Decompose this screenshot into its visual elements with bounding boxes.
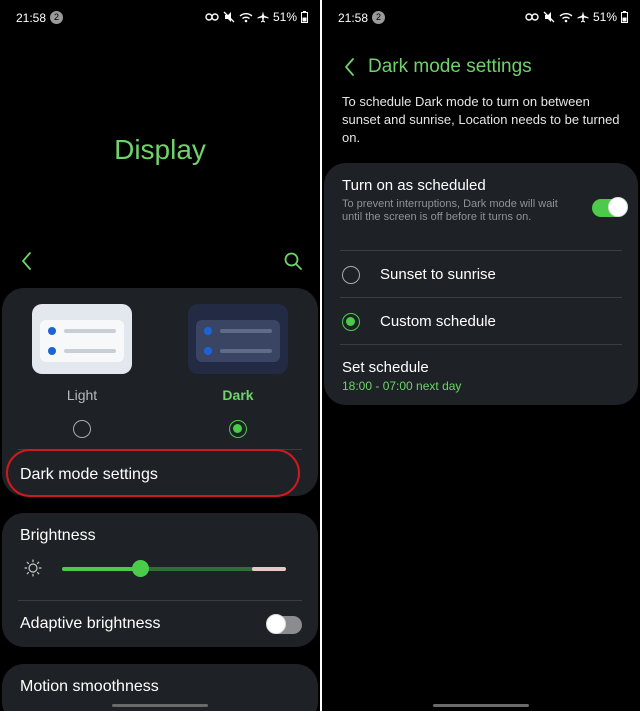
link-icon (205, 13, 219, 21)
dark-theme-preview[interactable] (188, 304, 288, 374)
display-settings-screen: 21:58 2 51% Display Light Dark Dark mode… (0, 0, 320, 711)
set-schedule-value: 18:00 - 07:00 next day (342, 379, 462, 393)
brightness-slider-fill (62, 567, 141, 571)
scheduled-subtitle: To prevent interruptions, Dark mode will… (342, 198, 558, 223)
brightness-slider-end (252, 567, 286, 571)
back-icon[interactable] (340, 56, 360, 78)
battery-percent: 51% (592, 10, 617, 24)
status-icons: 51% (525, 10, 628, 24)
light-theme-label: Light (66, 387, 98, 403)
home-indicator[interactable] (433, 704, 529, 707)
brightness-label: Brightness (20, 527, 96, 544)
light-theme-preview[interactable] (32, 304, 132, 374)
scheduled-title: Turn on as scheduled (342, 177, 486, 194)
set-schedule-title: Set schedule (342, 359, 429, 376)
notification-count-badge: 2 (50, 11, 63, 24)
app-header: Dark mode settings (322, 52, 640, 82)
airplane-icon (257, 11, 269, 23)
brightness-card: Brightness Adaptive brightness (2, 513, 318, 647)
light-theme-radio[interactable] (73, 420, 91, 438)
motion-smoothness-label: Motion smoothness (20, 678, 159, 695)
status-time: 21:58 (16, 11, 47, 25)
custom-schedule-option[interactable]: Custom schedule (324, 299, 638, 345)
dark-theme-option[interactable]: Dark (188, 304, 288, 438)
custom-schedule-radio[interactable] (342, 313, 360, 331)
notification-count-badge: 2 (372, 11, 385, 24)
divider (340, 250, 622, 251)
sunset-to-sunrise-radio[interactable] (342, 266, 360, 284)
scheduled-toggle[interactable] (592, 197, 628, 217)
search-icon[interactable] (282, 250, 304, 272)
adaptive-brightness-label: Adaptive brightness (20, 615, 161, 632)
wifi-icon (239, 12, 253, 22)
schedule-card: Turn on as scheduled To prevent interrup… (324, 163, 638, 405)
battery-percent: 51% (272, 10, 297, 24)
highlight-annotation (6, 449, 300, 497)
back-icon[interactable] (16, 250, 38, 272)
dark-mode-settings-screen: 21:58 2 51% Dark mode settings To schedu… (320, 0, 640, 711)
status-time: 21:58 (338, 11, 369, 25)
divider (340, 344, 622, 345)
status-icons: 51% (205, 10, 308, 24)
light-theme-option[interactable]: Light (32, 304, 132, 438)
battery-icon (621, 11, 628, 23)
status-bar: 21:58 2 51% (322, 0, 640, 36)
dark-theme-radio[interactable] (229, 420, 247, 438)
wifi-icon (559, 12, 573, 22)
divider (18, 600, 302, 601)
location-description: To schedule Dark mode to turn on between… (342, 94, 620, 145)
sunset-to-sunrise-label: Sunset to sunrise (380, 266, 496, 283)
mute-icon (543, 11, 555, 23)
dark-theme-label: Dark (222, 387, 254, 403)
sunset-to-sunrise-option[interactable]: Sunset to sunrise (324, 252, 638, 298)
divider (340, 297, 622, 298)
brightness-slider-thumb[interactable] (132, 560, 150, 577)
link-icon (525, 13, 539, 21)
status-bar: 21:58 2 51% (0, 0, 320, 36)
mute-icon (223, 11, 235, 23)
custom-schedule-label: Custom schedule (380, 313, 496, 330)
page-title: Dark mode settings (368, 56, 532, 77)
home-indicator[interactable] (112, 704, 208, 707)
airplane-icon (577, 11, 589, 23)
brightness-slider[interactable] (62, 560, 286, 577)
sun-icon (24, 559, 42, 577)
battery-icon (301, 11, 308, 23)
adaptive-brightness-toggle[interactable] (266, 614, 302, 634)
page-title: Display (114, 134, 206, 165)
